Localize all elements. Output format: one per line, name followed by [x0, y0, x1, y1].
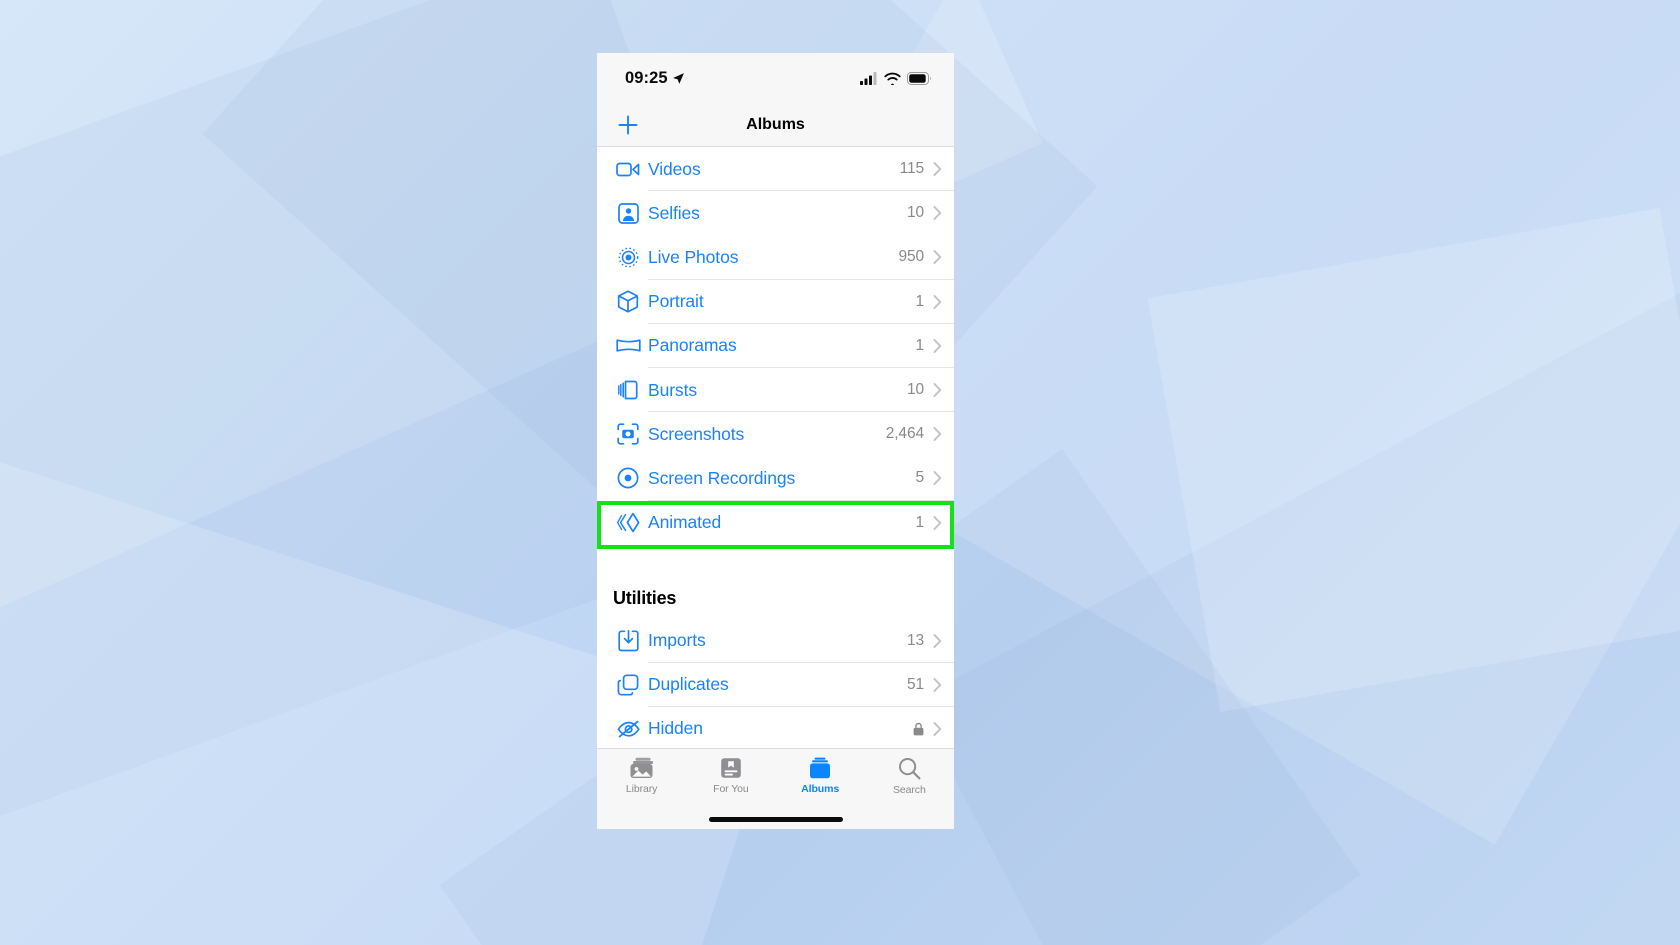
media-types-list: Videos 115 Selfies 10 Live Photos 950 Po… [597, 147, 954, 545]
album-count: 950 [898, 248, 924, 266]
album-label: Hidden [648, 718, 703, 739]
album-label: Animated [648, 512, 722, 533]
chevron-right-icon [933, 294, 942, 309]
album-row-videos[interactable]: Videos 115 [597, 147, 954, 192]
album-label: Live Photos [648, 246, 739, 267]
album-count: 2,464 [885, 425, 924, 443]
chevron-right-icon [933, 206, 942, 221]
for-you-card-icon [721, 758, 741, 778]
album-label: Selfies [648, 202, 700, 223]
chevron-right-icon [933, 722, 942, 736]
status-time: 09:25 [625, 68, 668, 87]
plus-icon [618, 115, 638, 134]
chevron-right-icon [933, 427, 942, 442]
album-label: Bursts [648, 379, 697, 400]
album-row-screenshots[interactable]: Screenshots 2,464 [597, 412, 954, 457]
album-label: Screen Recordings [648, 467, 796, 488]
album-count: 1 [915, 336, 924, 354]
bursts-stack-icon [613, 379, 643, 401]
chevron-right-icon [933, 383, 942, 397]
album-count: 10 [906, 381, 924, 399]
animated-chevrons-icon [613, 512, 643, 533]
status-bar: 09:25 [597, 53, 954, 103]
tab-albums[interactable]: Albums [776, 757, 865, 795]
tab-label: For You [713, 783, 749, 795]
chevron-right-icon [933, 338, 942, 353]
cellular-signal-icon [860, 71, 877, 85]
album-label: Screenshots [648, 423, 745, 444]
album-row-hidden[interactable]: Hidden [597, 706, 954, 752]
tab-for-you[interactable]: For You [686, 757, 775, 795]
album-label: Videos [648, 158, 701, 179]
status-bar-right [860, 71, 932, 85]
album-row-imports[interactable]: Imports 13 [597, 618, 954, 663]
album-label: Panoramas [648, 335, 737, 356]
navigation-bar: Albums [597, 103, 954, 147]
chevron-right-icon [933, 471, 942, 486]
chevron-right-icon [933, 515, 942, 530]
album-row-panoramas[interactable]: Panoramas 1 [597, 323, 954, 368]
album-row-live-photos[interactable]: Live Photos 950 [597, 235, 954, 280]
album-row-duplicates[interactable]: Duplicates 51 [597, 662, 954, 707]
utilities-list: Imports 13 Duplicates 51 Hidden [597, 618, 954, 752]
selfie-person-icon [613, 202, 643, 224]
tab-label: Library [625, 783, 658, 795]
album-row-animated[interactable]: Animated 1 [597, 500, 954, 545]
tab-label: Albums [801, 783, 840, 795]
page-title: Albums [746, 115, 805, 133]
album-row-bursts[interactable]: Bursts 10 [597, 367, 954, 413]
tab-label: Search [893, 784, 926, 796]
section-header-utilities: Utilities [597, 578, 954, 619]
add-album-button[interactable] [613, 110, 643, 140]
tab-search[interactable]: Search [865, 757, 954, 796]
video-camera-icon [613, 160, 643, 179]
album-count: 1 [915, 513, 924, 531]
battery-icon [907, 71, 931, 85]
album-count: 51 [906, 675, 924, 693]
chevron-right-icon [933, 677, 942, 692]
wallpaper-facet [1147, 208, 1680, 712]
home-indicator [708, 817, 843, 822]
album-count: 5 [915, 469, 924, 487]
album-count: 115 [899, 160, 925, 178]
album-label: Portrait [648, 291, 704, 312]
status-bar-left: 09:25 [625, 69, 685, 88]
location-arrow-icon [672, 72, 684, 84]
album-row-screen-recordings[interactable]: Screen Recordings 5 [597, 456, 954, 501]
section-gap [597, 544, 954, 578]
screen-recording-icon [613, 467, 643, 489]
chevron-right-icon [933, 162, 942, 177]
album-count: 10 [906, 204, 924, 222]
albums-box-icon [810, 757, 831, 779]
lock-icon [913, 722, 924, 736]
album-row-selfies[interactable]: Selfies 10 [597, 191, 954, 236]
hidden-eye-slash-icon [613, 719, 643, 738]
magnifier-icon [898, 758, 921, 780]
album-count [913, 722, 924, 736]
wifi-icon [884, 72, 901, 85]
portrait-cube-icon [613, 290, 643, 313]
chevron-right-icon [933, 250, 942, 265]
album-label: Duplicates [648, 674, 729, 695]
chevron-right-icon [933, 633, 942, 648]
tab-library[interactable]: Library [597, 757, 686, 795]
album-count: 13 [906, 631, 924, 649]
tab-bar: Library For You Albums Search [597, 748, 954, 829]
import-tray-icon [613, 629, 643, 652]
screenshot-camera-icon [613, 423, 643, 445]
album-row-portrait[interactable]: Portrait 1 [597, 279, 954, 324]
panorama-icon [613, 337, 643, 354]
album-count: 1 [915, 292, 924, 310]
photo-stack-icon [630, 757, 653, 778]
iphone-screen: 09:25 Albums Videos 115 Selfies 10 Live … [597, 53, 954, 829]
duplicate-cards-icon [613, 674, 643, 696]
live-photo-icon [613, 246, 643, 269]
album-label: Imports [648, 630, 706, 651]
